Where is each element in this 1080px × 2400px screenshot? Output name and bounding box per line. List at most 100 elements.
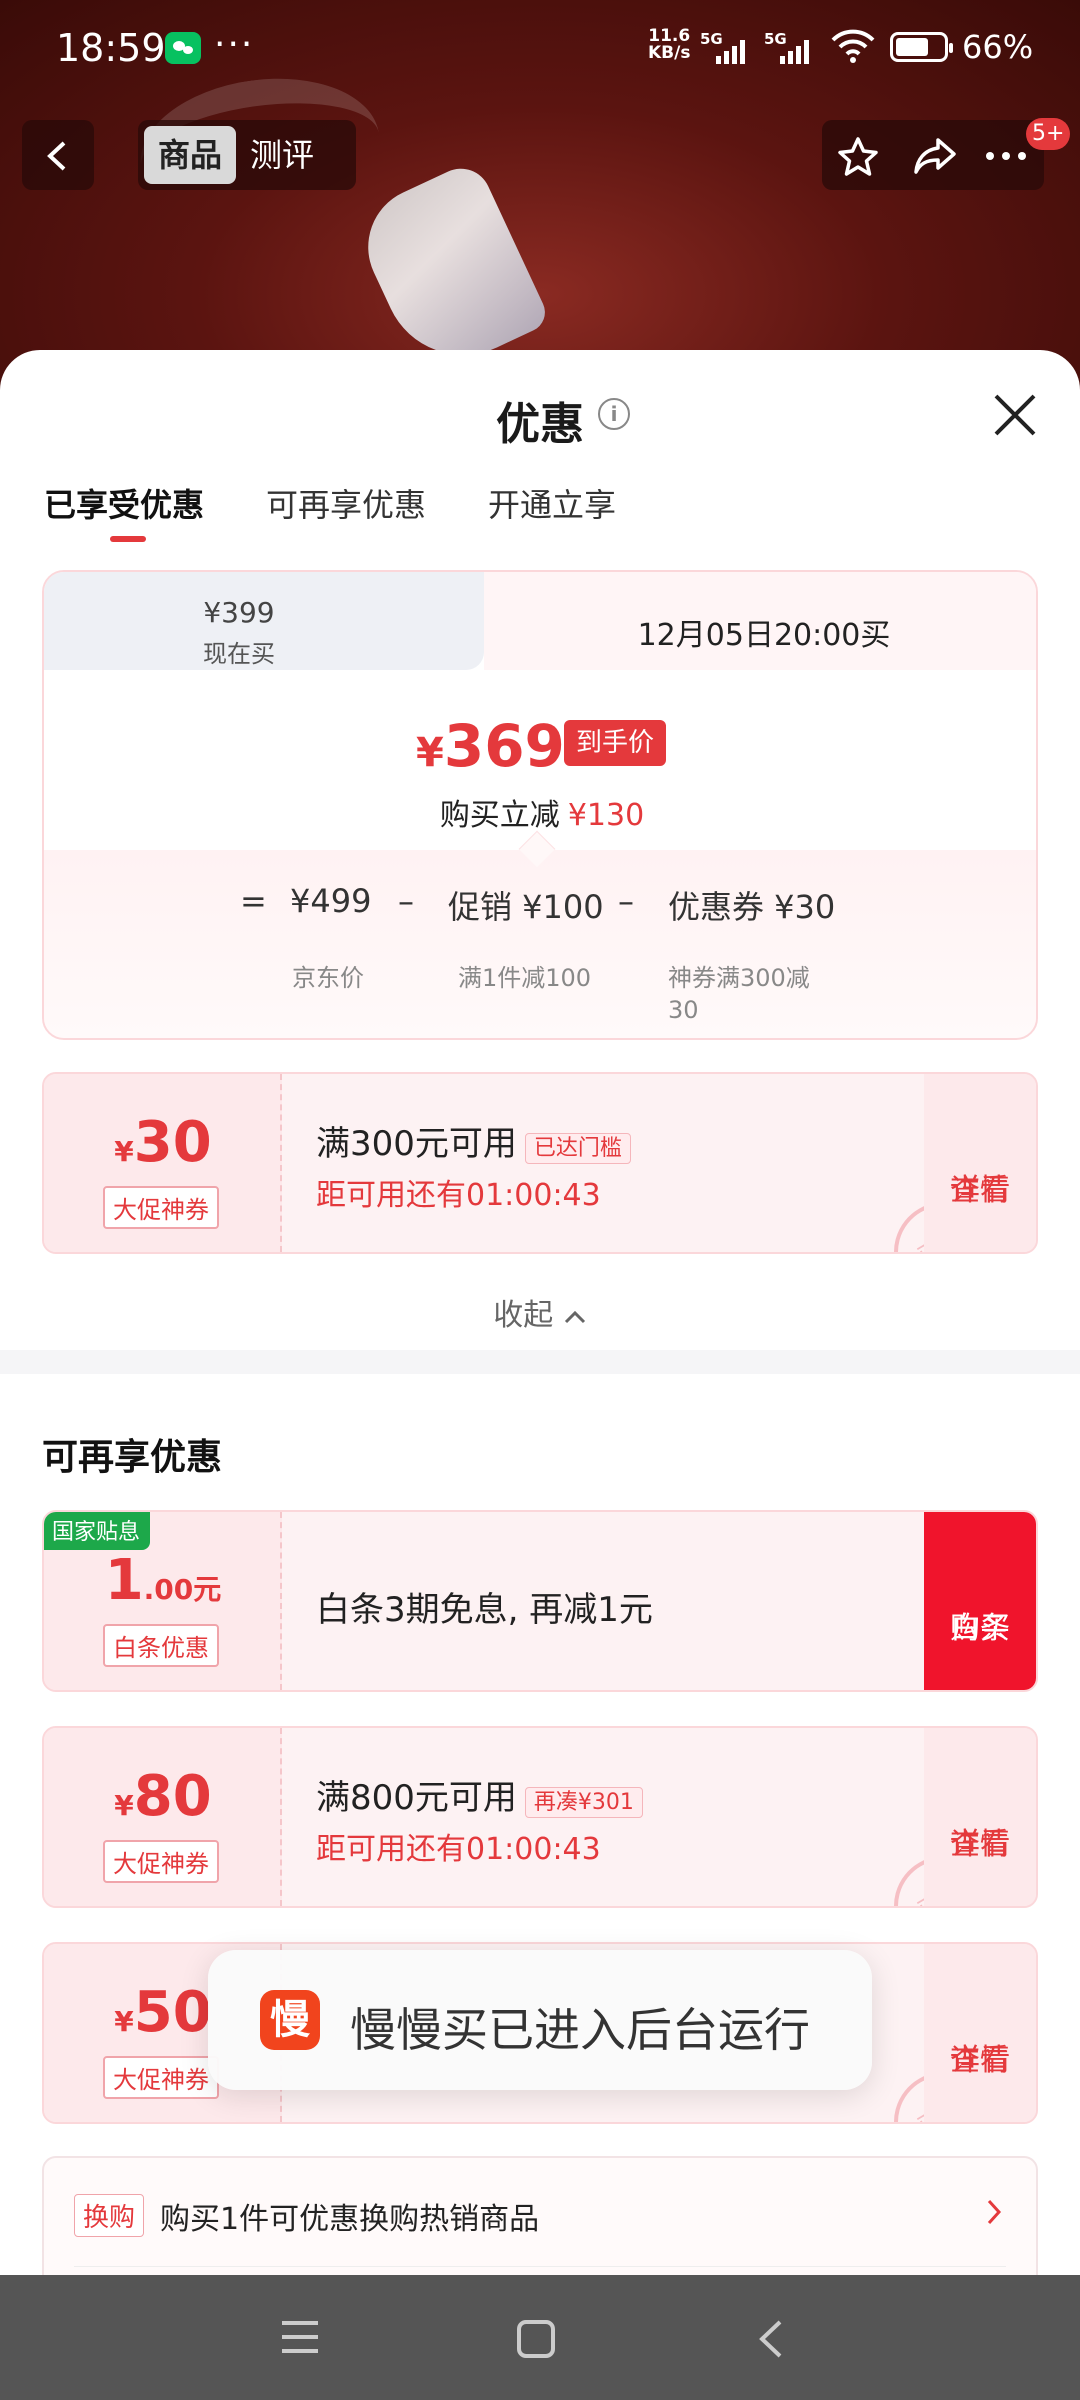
section-divider <box>0 1350 1080 1374</box>
tab-activate-discounts[interactable]: 开通立享 <box>488 480 616 526</box>
final-price-tag: 到手价 <box>564 720 667 766</box>
coupon-status-pill: 已达门槛 <box>524 1132 631 1164</box>
coupon-card[interactable]: ¥30 大促神券 满300元可用已达门槛 距可用还有01:00:43 已领 查看… <box>42 1072 1038 1254</box>
home-icon[interactable] <box>516 2319 556 2359</box>
manmanmai-app-icon: 慢 <box>260 1990 320 2050</box>
tab-more-discounts[interactable]: 可再享优惠 <box>266 480 426 526</box>
chevron-right-icon <box>987 2199 1002 2225</box>
tab-review[interactable]: 测评 <box>236 126 328 184</box>
coupon-amount: 30 <box>133 1110 212 1175</box>
coupon-label-line-1: 神券满300减 <box>668 964 810 992</box>
favorite-star-icon[interactable] <box>836 136 880 176</box>
coupon-condition: 满300元可用 已达门槛 <box>316 1116 631 1165</box>
network-speed: 11.6 KB/s <box>648 28 690 62</box>
battery-icon <box>890 32 953 62</box>
message-count-badge: 5+ <box>1026 118 1071 150</box>
coupon-countdown: 距可用还有01:00:43 <box>316 1832 601 1867</box>
baitiao-buy-line-2: 购买 <box>950 1611 1010 1646</box>
net-speed-unit: KB/s <box>648 43 691 63</box>
baitiao-offer-card[interactable]: 国家贴息 1.00元 白条优惠 白条3期免息, 再减1元 白条 购买 <box>42 1510 1038 1692</box>
coupon-gap-pill: 再凑¥301 <box>524 1786 643 1818</box>
view-details-button[interactable]: 查看 详情 <box>924 1728 1036 1906</box>
tab-enjoyed-discounts[interactable]: 已享受优惠 <box>44 480 204 542</box>
chevron-up-icon <box>564 1310 585 1324</box>
coupon-amount: 80 <box>133 1764 212 1829</box>
buy-now-label: 现在买 <box>203 640 275 668</box>
coupon-countdown: 距可用还有01:00:43 <box>316 1178 601 1213</box>
jd-price-label: 京东价 <box>292 964 364 992</box>
collapse-label: 收起 <box>493 1298 554 1333</box>
sheet-title: 优惠 <box>496 399 584 450</box>
coupon-currency: ¥ <box>114 2005 134 2038</box>
header-actions <box>822 120 1044 190</box>
offer-value: 1.00元 <box>44 1548 282 1613</box>
coupon-type-label: 大促神券 <box>103 1186 219 1229</box>
minus-sign-1: – <box>398 882 414 920</box>
system-navigation-bar <box>0 2275 1080 2400</box>
state-subsidy-badge: 国家贴息 <box>44 1512 151 1550</box>
view-details-button[interactable]: 查看 详情 <box>924 1074 1036 1252</box>
final-price: ¥369 <box>416 712 565 780</box>
final-price-currency: ¥ <box>416 730 444 776</box>
more-menu-icon[interactable] <box>982 136 1030 176</box>
future-buy-label: 12月05日20:00买 <box>637 618 891 653</box>
discount-tabs: 已享受优惠 可再享优惠 开通立享 <box>44 480 616 542</box>
view-details-line-2: 详情 <box>950 2043 1010 2078</box>
coupon-currency: ¥ <box>114 1789 134 1822</box>
reduction-label: 购买立减 <box>439 798 560 833</box>
coupon-type-label: 大促神券 <box>103 1840 219 1883</box>
status-bar: 18:59 ··· 11.6 KB/s 5G 5G 66% <box>0 0 1080 100</box>
view-details-line-2: 详情 <box>950 1827 1010 1862</box>
info-icon[interactable]: i <box>598 398 630 430</box>
minus-sign-2: – <box>618 882 634 920</box>
coupon-condition: 满800元可用 再凑¥301 <box>316 1770 643 1819</box>
row-divider <box>74 2266 1006 2267</box>
coupon-condition-text: 满300元可用 <box>316 1124 517 1164</box>
signal-bars-2-icon <box>780 38 809 64</box>
tab-product[interactable]: 商品 <box>144 126 237 184</box>
status-time: 18:59 <box>56 26 166 70</box>
offer-description: 白条3期免息, 再减1元 <box>316 1590 653 1630</box>
coupon-amount: 优惠券 ¥30 <box>668 888 836 926</box>
equals-sign: = <box>240 882 267 920</box>
view-details-line-2: 详情 <box>950 1173 1010 1208</box>
price-breakdown-card: ¥399 现在买 12月05日20:00买 ¥369 到手价 购买立减 ¥130 … <box>42 570 1038 1040</box>
promo-label: 满1件减100 <box>458 964 592 992</box>
coupon-label-line-2: 30 <box>668 996 699 1024</box>
product-review-switch: 商品 测评 <box>138 120 356 190</box>
trade-in-text: 购买1件可优惠换购热销商品 <box>160 2202 540 2237</box>
close-icon[interactable] <box>990 390 1040 440</box>
view-details-button[interactable]: 查看 详情 <box>924 1944 1036 2122</box>
breakdown-band <box>44 850 1036 1038</box>
product-shoe-image <box>348 158 552 382</box>
offer-type-label: 白条优惠 <box>103 1624 219 1667</box>
recent-apps-icon[interactable] <box>280 2319 320 2355</box>
coupon-amount: 50 <box>133 1980 212 2045</box>
offer-amount-int: 1 <box>104 1548 144 1613</box>
coupon-condition-text: 满800元可用 <box>316 1778 517 1818</box>
reduction-amount: ¥130 <box>567 798 645 833</box>
coupon-label: 神券满300减 30 <box>668 962 810 1026</box>
section-title-more-discounts: 可再享优惠 <box>42 1437 223 1478</box>
promo-amount: 促销 ¥100 <box>448 888 604 926</box>
share-icon[interactable] <box>912 136 958 176</box>
buy-now-price: ¥399 <box>203 596 275 629</box>
battery-percent: 66% <box>962 28 1034 66</box>
offer-amount-dec: .00元 <box>143 1573 222 1606</box>
collapse-toggle[interactable]: 收起 <box>0 1290 1080 1334</box>
wifi-icon <box>831 29 875 63</box>
coupon-value: ¥80 <box>44 1764 282 1829</box>
final-price-value: 369 <box>443 712 565 780</box>
coupon-card[interactable]: ¥80 大促神券 满800元可用再凑¥301 距可用还有01:00:43 已领 … <box>42 1726 1038 1908</box>
coupon-currency: ¥ <box>114 1135 134 1168</box>
baitiao-buy-button[interactable]: 白条 购买 <box>924 1512 1036 1690</box>
instant-reduction: 购买立减 ¥130 <box>44 790 1036 834</box>
signal-bars-1-icon <box>716 38 745 64</box>
back-button[interactable] <box>22 120 94 190</box>
back-nav-icon[interactable] <box>756 2319 786 2359</box>
toast-message: 慢慢买已进入后台运行 <box>350 2003 810 2057</box>
jd-price: ¥499 <box>290 882 372 920</box>
coupon-type-label: 大促神券 <box>103 2056 219 2099</box>
more-notifications-icon: ··· <box>214 24 255 65</box>
trade-in-offer-row[interactable]: 换购 购买1件可优惠换购热销商品 <box>42 2156 1038 2275</box>
